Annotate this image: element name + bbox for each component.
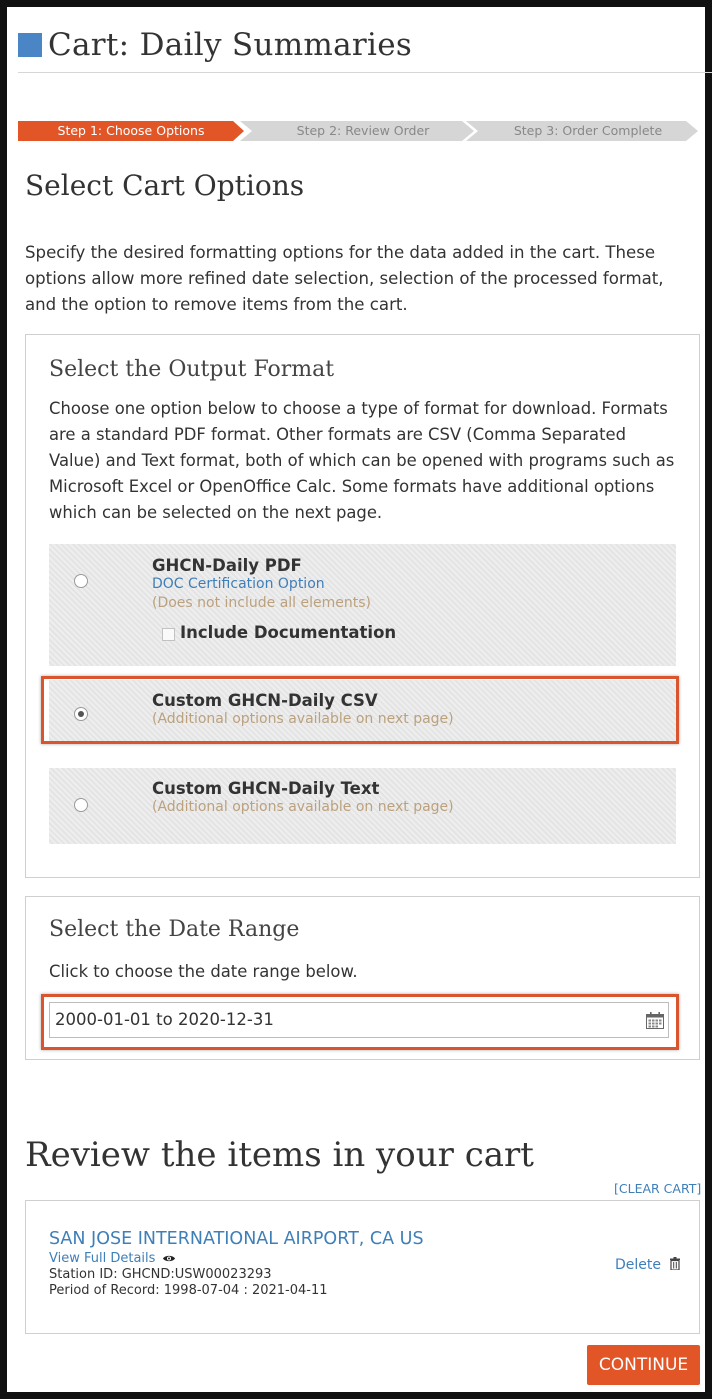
text-option-title: Custom GHCN-Daily Text — [152, 779, 380, 798]
section-heading-cart-options: Select Cart Options — [25, 169, 305, 202]
view-full-details-link[interactable]: View Full Details — [49, 1251, 155, 1266]
delete-item-button[interactable]: Delete — [615, 1257, 681, 1273]
station-id: Station ID: GHCND:USW00023293 — [49, 1267, 272, 1282]
date-range-panel: Select the Date Range Click to choose th… — [25, 896, 700, 1060]
format-option-text[interactable]: Custom GHCN-Daily Text (Additional optio… — [49, 768, 676, 844]
pdf-radio[interactable] — [74, 574, 88, 588]
trash-icon — [670, 1257, 681, 1271]
csv-highlight-box — [41, 676, 679, 744]
progress-steps: Step 1: Choose Options Step 2: Review Or… — [18, 121, 698, 141]
page-frame: Cart: Daily Summaries Step 1: Choose Opt… — [0, 0, 712, 1399]
text-option-note: (Additional options available on next pa… — [152, 799, 454, 815]
date-highlight-box — [41, 994, 679, 1050]
title-square-icon — [18, 33, 42, 57]
output-format-panel: Select the Output Format Choose one opti… — [25, 334, 700, 878]
include-documentation-checkbox[interactable] — [162, 628, 175, 641]
station-name-link[interactable]: SAN JOSE INTERNATIONAL AIRPORT, CA US — [49, 1229, 424, 1249]
section-intro: Specify the desired formatting options f… — [25, 243, 664, 314]
continue-button[interactable]: CONTINUE — [587, 1345, 700, 1385]
period-of-record: Period of Record: 1998-07-04 : 2021-04-1… — [49, 1283, 328, 1298]
step-review-order: Step 2: Review Order — [240, 121, 474, 141]
page-header: Cart: Daily Summaries — [18, 21, 712, 73]
format-option-pdf[interactable]: GHCN-Daily PDF DOC Certification Option … — [49, 544, 676, 666]
cart-heading: Review the items in your cart — [25, 1135, 534, 1175]
cart-item: SAN JOSE INTERNATIONAL AIRPORT, CA US Vi… — [25, 1200, 700, 1334]
date-range-instruction: Click to choose the date range below. — [49, 962, 358, 981]
delete-label: Delete — [615, 1257, 661, 1273]
page-title: Cart: Daily Summaries — [48, 27, 413, 63]
date-range-heading: Select the Date Range — [49, 917, 300, 942]
clear-cart-link[interactable]: [CLEAR CART] — [614, 1181, 701, 1196]
pdf-option-title: GHCN-Daily PDF — [152, 556, 302, 575]
step-order-complete: Step 3: Order Complete — [466, 121, 698, 141]
pdf-option-note: (Does not include all elements) — [152, 595, 372, 611]
output-format-description: Choose one option below to choose a type… — [49, 399, 675, 522]
step-choose-options: Step 1: Choose Options — [18, 121, 244, 141]
eye-icon — [162, 1255, 175, 1262]
output-format-heading: Select the Output Format — [49, 357, 335, 382]
doc-certification-link[interactable]: DOC Certification Option — [152, 576, 325, 592]
view-details-row[interactable]: View Full Details — [49, 1251, 176, 1266]
include-documentation-label: Include Documentation — [180, 623, 397, 642]
text-radio[interactable] — [74, 798, 88, 812]
